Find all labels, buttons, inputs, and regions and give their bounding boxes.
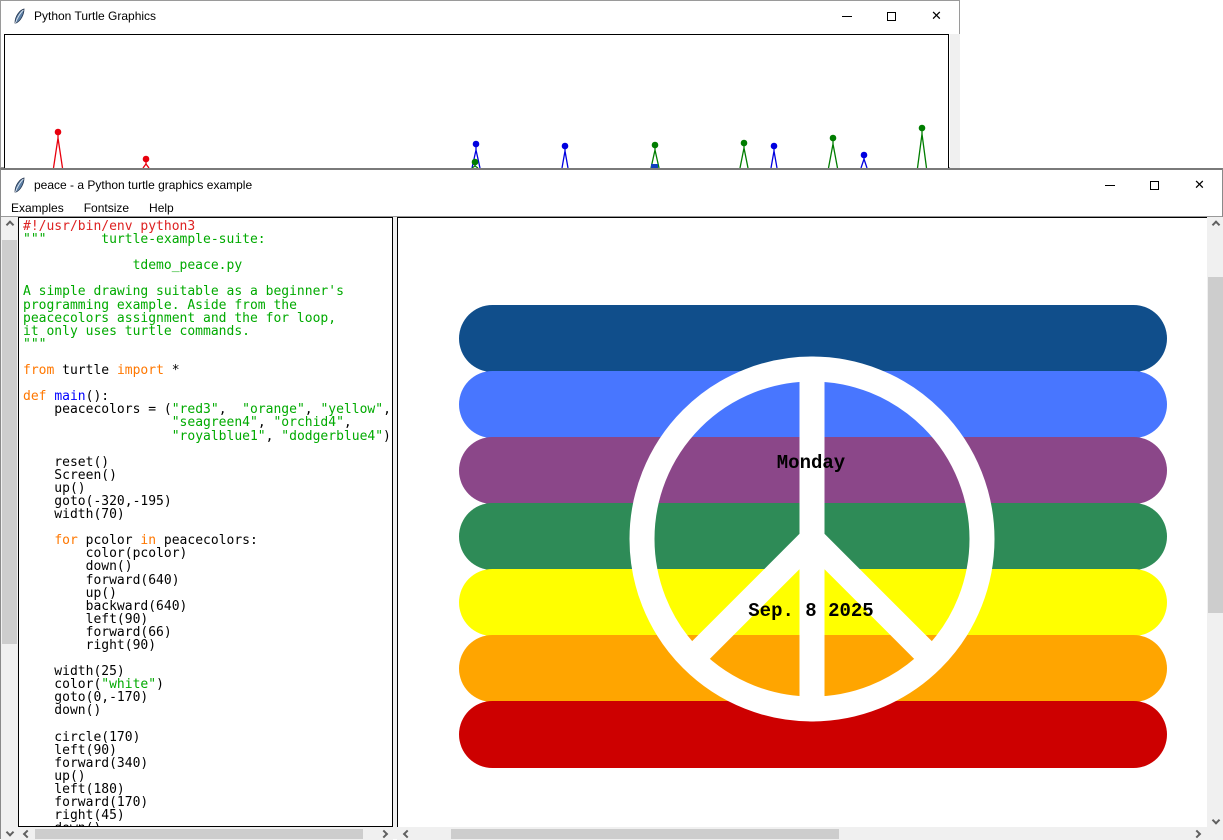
turtle-figure [562, 143, 569, 168]
code-hscroll-thumb[interactable] [35, 829, 363, 839]
canvas-text: Sep. 8 2025 [748, 600, 873, 622]
turtle-figure [918, 125, 927, 168]
turtle-graphics-canvas[interactable] [4, 34, 949, 169]
turtle-figure [651, 142, 659, 168]
back-close-button[interactable]: ✕ [914, 1, 959, 31]
back-minimize-button[interactable] [824, 1, 869, 31]
source-code-text: #!/usr/bin/env python3""" turtle-example… [23, 220, 391, 827]
front-minimize-button[interactable] [1087, 170, 1132, 200]
canvas-text: Monday [777, 452, 846, 474]
source-code-viewer[interactable]: #!/usr/bin/env python3""" turtle-example… [18, 217, 393, 827]
python-feather-icon [12, 177, 26, 193]
close-icon: ✕ [931, 10, 942, 23]
front-maximize-button[interactable] [1132, 170, 1177, 200]
code-horizontal-scrollbar[interactable] [18, 828, 393, 840]
turtle-figures-drawing [5, 35, 948, 168]
maximize-icon [1150, 181, 1159, 190]
chevron-left-icon [403, 830, 411, 838]
peace-drawing: Monday Sep. 8 2025 [398, 218, 1207, 827]
scroll-right-arrow[interactable] [377, 828, 391, 840]
turtle-figure [54, 129, 63, 168]
code-vscroll-thumb[interactable] [2, 240, 17, 644]
back-canvas-scroll-gutter[interactable] [950, 34, 960, 169]
turtle-figure [829, 135, 838, 168]
canvas-hscroll-thumb[interactable] [451, 829, 839, 839]
turtle-figure [143, 156, 150, 168]
front-window-titlebar[interactable]: peace - a Python turtle graphics example… [1, 170, 1222, 200]
back-window-title: Python Turtle Graphics [34, 9, 156, 23]
scroll-down-arrow[interactable] [1, 824, 18, 838]
code-vertical-scrollbar[interactable] [1, 217, 18, 840]
menu-examples[interactable]: Examples [1, 201, 74, 215]
chevron-left-icon [23, 830, 31, 838]
chevron-up-icon [5, 220, 13, 228]
menu-fontsize[interactable]: Fontsize [74, 201, 139, 215]
canvas-vertical-scrollbar[interactable] [1207, 217, 1223, 828]
turtle-graphics-window: Python Turtle Graphics ✕ [0, 0, 960, 168]
scroll-up-arrow[interactable] [1, 219, 18, 233]
maximize-icon [887, 12, 896, 21]
python-feather-icon [12, 8, 26, 24]
scroll-right-arrow[interactable] [1190, 828, 1204, 840]
turtle-drawing-canvas[interactable]: Monday Sep. 8 2025 [397, 217, 1207, 827]
scroll-down-arrow[interactable] [1207, 812, 1223, 826]
turtle-figure [771, 143, 778, 168]
back-window-titlebar[interactable]: Python Turtle Graphics ✕ [1, 1, 959, 31]
scroll-up-arrow[interactable] [1207, 219, 1223, 233]
canvas-horizontal-scrollbar[interactable] [397, 828, 1207, 840]
turtle-figure [861, 152, 868, 168]
chevron-down-icon [5, 828, 13, 836]
menu-help[interactable]: Help [139, 201, 184, 215]
close-icon: ✕ [1194, 179, 1205, 192]
minimize-icon [842, 16, 852, 17]
front-close-button[interactable]: ✕ [1177, 170, 1222, 200]
canvas-vscroll-thumb[interactable] [1208, 277, 1223, 613]
peace-example-window: peace - a Python turtle graphics example… [0, 168, 1223, 839]
minimize-icon [1105, 185, 1115, 186]
chevron-right-icon [1193, 830, 1201, 838]
turtle-figure [740, 140, 748, 168]
scroll-left-arrow[interactable] [400, 828, 414, 840]
chevron-up-icon [1211, 220, 1219, 228]
scrollbar-corner [1207, 828, 1223, 840]
scroll-left-arrow[interactable] [20, 828, 34, 840]
menubar: Examples Fontsize Help [1, 200, 1222, 216]
front-window-content: #!/usr/bin/env python3""" turtle-example… [1, 216, 1222, 839]
back-maximize-button[interactable] [869, 1, 914, 31]
chevron-down-icon [1211, 816, 1219, 824]
chevron-right-icon [380, 830, 388, 838]
front-window-title: peace - a Python turtle graphics example [34, 178, 252, 192]
